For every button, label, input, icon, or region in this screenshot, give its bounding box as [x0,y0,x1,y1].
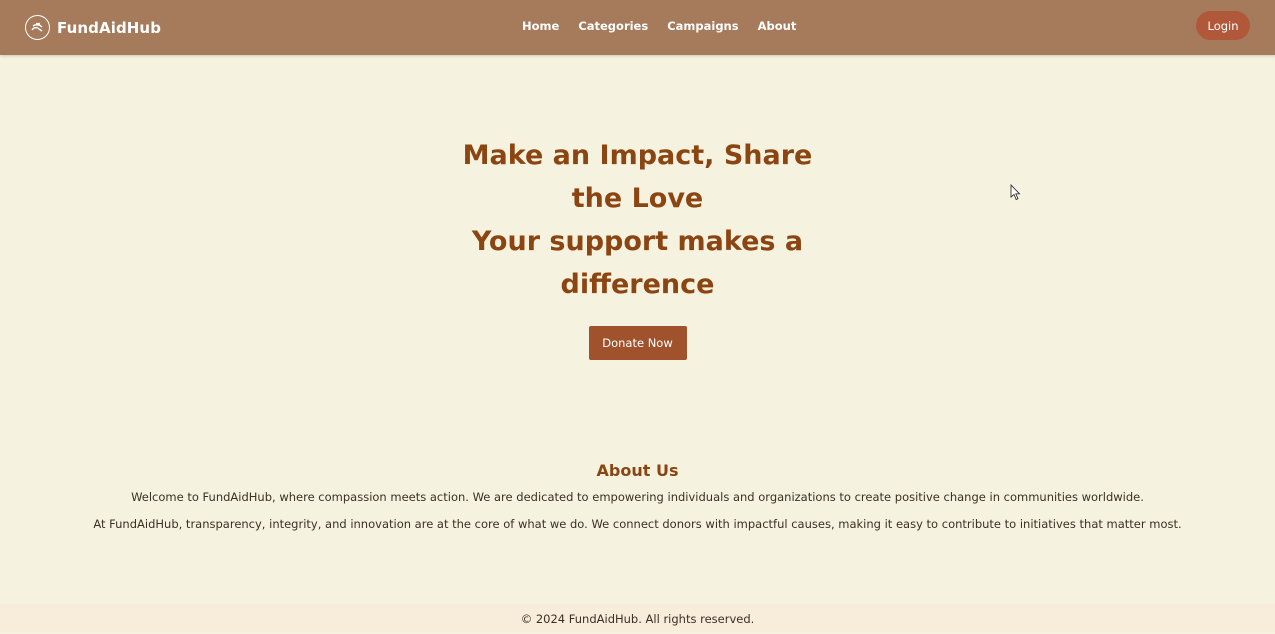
main-nav: Home Categories Campaigns About [522,19,815,33]
login-button[interactable]: Login [1196,11,1250,40]
about-title: About Us [596,461,679,480]
about-paragraph-1: Welcome to FundAidHub, where compassion … [131,490,1144,504]
footer: © 2024 FundAidHub. All rights reserved. [0,604,1275,632]
navbar: FundAidHub Home Categories Campaigns Abo… [0,0,1275,55]
nav-home[interactable]: Home [522,19,559,33]
nav-about[interactable]: About [758,19,797,33]
hero-section: Make an Impact, Share the Love Your supp… [0,134,1275,360]
hero-title: Make an Impact, Share the Love Your supp… [438,134,838,306]
donate-now-button[interactable]: Donate Now [588,326,687,360]
brand-name: FundAidHub [57,18,162,37]
mouse-cursor-icon [1010,184,1021,201]
about-paragraph-2: At FundAidHub, transparency, integrity, … [93,517,1182,531]
brand[interactable]: FundAidHub [25,14,161,41]
hero-title-line1: Make an Impact, Share the Love [462,140,813,214]
heart-hands-icon [25,15,50,40]
about-section: About Us Welcome to FundAidHub, where co… [0,461,1275,531]
nav-categories[interactable]: Categories [578,19,648,33]
nav-campaigns[interactable]: Campaigns [667,19,738,33]
hero-title-line2: Your support makes a difference [471,226,804,300]
footer-copyright: © 2024 FundAidHub. All rights reserved. [520,612,755,626]
